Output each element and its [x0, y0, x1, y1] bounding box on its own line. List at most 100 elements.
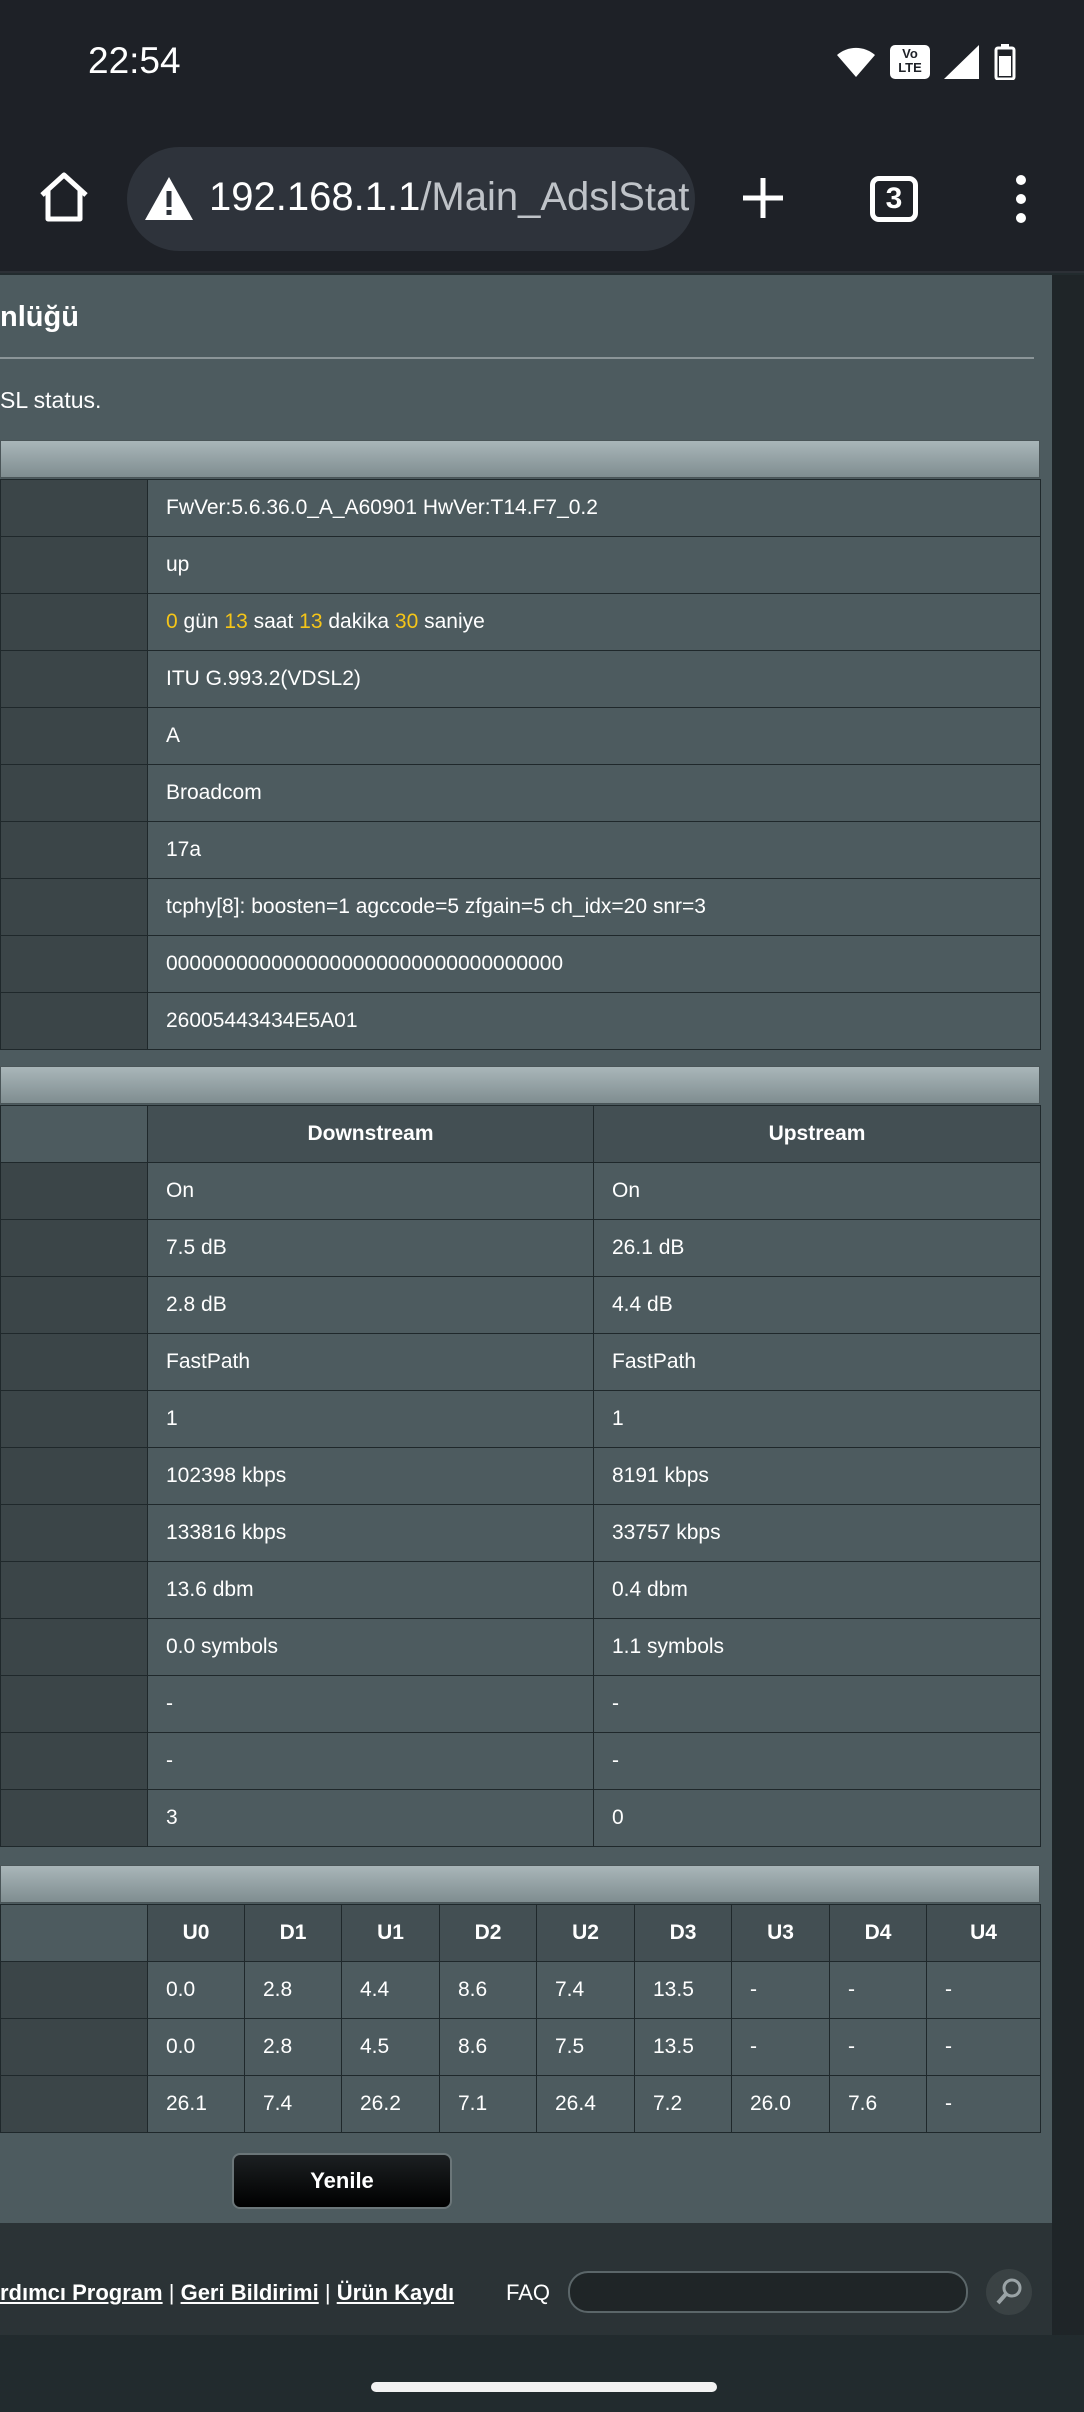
home-gesture-bar[interactable]: [371, 2382, 717, 2392]
table-row: FwVer:5.6.36.0_A_A60901 HwVer:T14.F7_0.2: [0, 479, 1041, 537]
row-label: [0, 1789, 148, 1847]
downstream-cell: 1: [147, 1390, 594, 1448]
band-header-u1: U1: [341, 1904, 440, 1962]
uptime-minutes: 13: [299, 610, 323, 633]
vendor-id-value: 26005443434E5A01: [147, 992, 1041, 1050]
warning-icon[interactable]: [143, 173, 195, 225]
band-cell: -: [829, 2018, 927, 2076]
web-page: nlüğü SL status. FwVer:5.6.36.0_A_A60901…: [0, 275, 1084, 2335]
downstream-cell: -: [147, 1732, 594, 1790]
url-text[interactable]: 192.168.1.1/Main_AdslStat: [209, 175, 689, 220]
row-label: [0, 650, 148, 708]
annex-value: A: [147, 707, 1041, 765]
url-path: /Main_AdslStat: [420, 175, 689, 219]
downstream-cell: 3: [147, 1789, 594, 1847]
band-cell: 26.1: [147, 2075, 245, 2133]
row-label: [0, 1162, 148, 1220]
page-title: nlüğü: [0, 301, 79, 333]
upstream-cell: FastPath: [593, 1333, 1041, 1391]
bands-section-header: [0, 1865, 1040, 1903]
table-row: 26.1 7.4 26.2 7.1 26.4 7.2 26.0 7.6-: [0, 2075, 1041, 2133]
band-header-u2: U2: [536, 1904, 635, 1962]
downstream-cell: 7.5 dB: [147, 1219, 594, 1277]
upstream-cell: On: [593, 1162, 1041, 1220]
status-bar: 22:54 Vo LTE: [0, 0, 1084, 125]
row-label: [0, 536, 148, 594]
footer-link-registration[interactable]: Ürün Kaydı: [337, 2280, 454, 2305]
row-label: [0, 1561, 148, 1619]
band-header-u3: U3: [731, 1904, 830, 1962]
table-row: 7.5 dB 26.1 dB: [0, 1219, 1041, 1277]
band-cell: 13.5: [634, 2018, 732, 2076]
row-label: [0, 2075, 148, 2133]
band-header-u0: U0: [147, 1904, 245, 1962]
upstream-cell: 1.1 symbols: [593, 1618, 1041, 1676]
home-icon[interactable]: [34, 167, 94, 227]
table-row: up: [0, 536, 1041, 594]
downstream-cell: 0.0 symbols: [147, 1618, 594, 1676]
row-label: [0, 1276, 148, 1334]
table-row: 17a: [0, 821, 1041, 879]
row-label: [0, 1504, 148, 1562]
address-bar[interactable]: 192.168.1.1/Main_AdslStat: [127, 147, 695, 251]
page-description: SL status.: [0, 387, 102, 413]
url-host: 192.168.1.1: [209, 175, 421, 219]
faq-search-button[interactable]: [986, 2269, 1032, 2315]
stats-body: On On 7.5 dB 26.1 dB 2.8 dB 4.4 dB FastPath Fas…: [0, 1162, 1041, 1847]
downstream-cell: FastPath: [147, 1333, 594, 1391]
bands-body: 0.0 2.8 4.4 8.6 7.4 13.5- - -0.0 2.8 4.5 8.6 7.5 13.…: [0, 1961, 1041, 2133]
tab-switcher-button[interactable]: 3: [870, 176, 918, 222]
faq-search-input[interactable]: [568, 2271, 968, 2313]
row-label: [0, 935, 148, 993]
menu-dots-icon[interactable]: [1010, 173, 1032, 225]
row-label: [0, 1447, 148, 1505]
table-row: 0 gün 13 saat 13 dakika 30 saniye: [0, 593, 1041, 651]
table-row: tcphy[8]: boosten=1 agccode=5 zfgain=5 c…: [0, 878, 1041, 936]
downstream-cell: -: [147, 1675, 594, 1733]
table-row: Broadcom: [0, 764, 1041, 822]
band-cell: 26.0: [731, 2075, 830, 2133]
table-row: 11: [0, 1390, 1041, 1448]
band-cell: 4.4: [341, 1961, 440, 2019]
footer-separator: |: [324, 2280, 331, 2305]
band-cell: -: [829, 1961, 927, 2019]
band-cell: 2.8: [244, 2018, 342, 2076]
band-header-d1: D1: [244, 1904, 342, 1962]
footer-separator: |: [168, 2280, 175, 2305]
row-label: [0, 1105, 148, 1163]
table-row: 13.6 dbm 0.4 dbm: [0, 1561, 1041, 1619]
upstream-cell: 0.4 dbm: [593, 1561, 1041, 1619]
band-cell: 0.0: [147, 1961, 245, 2019]
downstream-cell: 102398 kbps: [147, 1447, 594, 1505]
content-panel: nlüğü SL status. FwVer:5.6.36.0_A_A60901…: [0, 275, 1052, 2223]
row-label: [0, 479, 148, 537]
upstream-cell: -: [593, 1732, 1041, 1790]
firmware-value: FwVer:5.6.36.0_A_A60901 HwVer:T14.F7_0.2: [147, 479, 1041, 537]
table-row: FastPath FastPath: [0, 1333, 1041, 1391]
band-header-d3: D3: [634, 1904, 732, 1962]
band-cell: 7.4: [536, 1961, 635, 2019]
band-cell: 7.5: [536, 2018, 635, 2076]
stats-table: Downstream Upstream On On 7.5 dB 26.1 dB 2.8…: [0, 1105, 1041, 1847]
uptime-days: 0: [166, 610, 178, 633]
band-cell: -: [731, 2018, 830, 2076]
modulation-value: ITU G.993.2(VDSL2): [147, 650, 1041, 708]
footer-link-program[interactable]: rdımcı Program: [0, 2280, 163, 2305]
refresh-button[interactable]: Yenile: [232, 2153, 452, 2209]
status-clock: 22:54: [88, 40, 181, 81]
profile-value: 17a: [147, 821, 1041, 879]
row-label: [0, 1675, 148, 1733]
uptime-minutes-label: dakika: [328, 610, 390, 633]
table-row: 102398 kbps 8191 kbps: [0, 1447, 1041, 1505]
upstream-header: Upstream: [593, 1105, 1041, 1163]
volte-label-bottom: LTE: [898, 60, 922, 75]
battery-icon: [994, 44, 1016, 80]
band-header-u4: U4: [926, 1904, 1041, 1962]
uptime-seconds-label: saniye: [424, 610, 485, 633]
row-label: [0, 1732, 148, 1790]
upstream-cell: 8191 kbps: [593, 1447, 1041, 1505]
footer-link-feedback[interactable]: Geri Bildirimi: [181, 2280, 319, 2305]
table-row: A: [0, 707, 1041, 765]
table-row: 0.0 2.8 4.4 8.6 7.4 13.5- - -: [0, 1961, 1041, 2019]
plus-icon[interactable]: [740, 175, 786, 221]
